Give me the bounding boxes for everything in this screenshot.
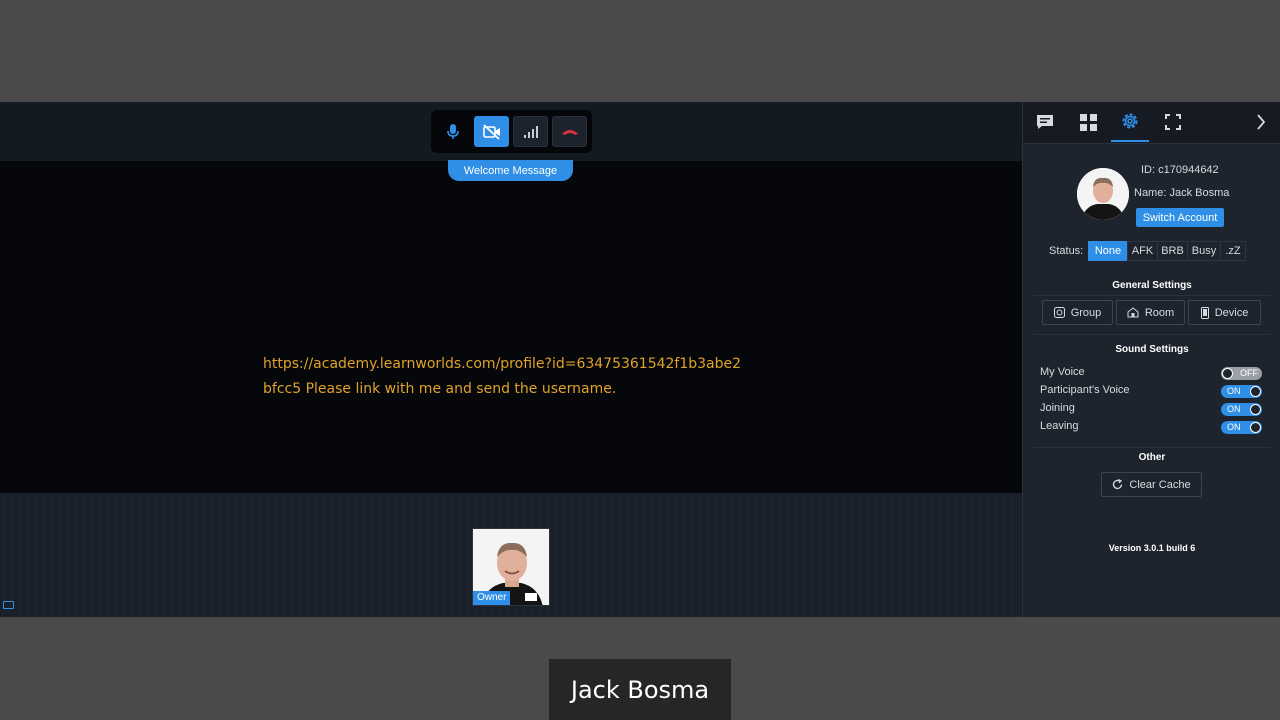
grid-icon [1079, 113, 1097, 131]
toggle-knob [1222, 368, 1233, 379]
switch-account-button[interactable]: Switch Account [1136, 208, 1224, 227]
speaker-caption: Jack Bosma [549, 659, 731, 720]
group-icon [1053, 307, 1065, 318]
participants-voice-toggle[interactable]: ON [1221, 385, 1262, 398]
collapse-panel-button[interactable] [1242, 102, 1280, 142]
status-option-none[interactable]: None [1088, 241, 1128, 261]
divider [1033, 447, 1271, 448]
status-option-brb[interactable]: BRB [1157, 241, 1188, 261]
refresh-icon [1113, 479, 1123, 490]
welcome-message-tab[interactable]: Welcome Message [448, 160, 573, 181]
device-button[interactable]: Device [1188, 300, 1261, 325]
settings-panel: ID: c170944642 Name: Jack Bosma Switch A… [1022, 102, 1280, 617]
fullscreen-icon [1165, 114, 1181, 130]
meeting-stage: https://academy.learnworlds.com/profile?… [0, 102, 1022, 617]
group-button-label: Group [1070, 306, 1102, 319]
panel-tab-bar [1023, 102, 1280, 144]
network-stats-button[interactable] [513, 116, 548, 147]
camera-off-icon [482, 123, 500, 140]
sound-label-participants-voice: Participant's Voice [1040, 384, 1130, 396]
microphone-button[interactable] [435, 116, 470, 147]
group-button[interactable]: Group [1042, 300, 1113, 325]
status-selector: None AFK BRB Busy .zZ [1088, 241, 1246, 261]
home-icon [1127, 307, 1139, 318]
account-name: Name: Jack Bosma [1134, 187, 1230, 199]
status-option-afk[interactable]: AFK [1127, 241, 1158, 261]
room-button[interactable]: Room [1116, 300, 1185, 325]
status-option-busy[interactable]: Busy [1187, 241, 1221, 261]
avatar-photo [1077, 168, 1129, 220]
divider [1033, 295, 1271, 296]
welcome-message-text: https://academy.learnworlds.com/profile?… [263, 356, 742, 397]
account-id: ID: c170944642 [1141, 164, 1219, 176]
sound-settings-title: Sound Settings [1115, 344, 1189, 355]
keyboard-icon[interactable] [3, 601, 14, 609]
toggle-state: ON [1227, 404, 1241, 414]
toggle-state: ON [1227, 386, 1241, 396]
avatar [1077, 168, 1129, 220]
meeting-app: https://academy.learnworlds.com/profile?… [0, 102, 1280, 617]
joining-toggle[interactable]: ON [1221, 403, 1262, 416]
tab-layout[interactable] [1069, 102, 1107, 142]
camera-toggle-button[interactable] [474, 116, 509, 147]
owner-badge: Owner [473, 591, 511, 605]
toggle-knob [1250, 422, 1261, 433]
signal-icon [523, 125, 538, 138]
version-text: Version 3.0.1 build 6 [1108, 543, 1196, 553]
microphone-icon [446, 123, 459, 139]
tab-fullscreen[interactable] [1154, 102, 1192, 142]
clear-cache-button[interactable]: Clear Cache [1101, 472, 1202, 497]
call-toolbar [431, 110, 592, 153]
leaving-toggle[interactable]: ON [1221, 421, 1262, 434]
toggle-knob [1250, 386, 1261, 397]
my-voice-toggle[interactable]: OFF [1221, 367, 1262, 380]
tab-settings[interactable] [1111, 102, 1149, 142]
sound-label-my-voice: My Voice [1040, 366, 1085, 378]
hang-up-button[interactable] [552, 116, 587, 147]
clear-cache-label: Clear Cache [1129, 478, 1191, 491]
status-option-sleep[interactable]: .zZ [1220, 241, 1246, 261]
sound-label-leaving: Leaving [1040, 420, 1079, 432]
chevron-right-icon [1257, 114, 1266, 130]
device-button-label: Device [1214, 306, 1249, 319]
tab-chat[interactable] [1026, 102, 1064, 142]
room-button-label: Room [1144, 306, 1175, 319]
hang-up-icon [561, 129, 578, 135]
phone-icon [1200, 306, 1209, 319]
toggle-state: ON [1227, 422, 1241, 432]
other-title: Other [1138, 452, 1166, 463]
whiteboard-area: https://academy.learnworlds.com/profile?… [0, 161, 1022, 493]
settings-icon [1122, 113, 1138, 129]
toggle-knob [1250, 404, 1261, 415]
chat-icon [1037, 115, 1053, 129]
general-settings-title: General Settings [1112, 280, 1192, 291]
status-label: Status: [1049, 245, 1084, 257]
toggle-state: OFF [1240, 368, 1258, 378]
sound-label-joining: Joining [1040, 402, 1075, 414]
divider [1033, 334, 1271, 335]
participant-tile[interactable]: Owner [472, 528, 550, 606]
